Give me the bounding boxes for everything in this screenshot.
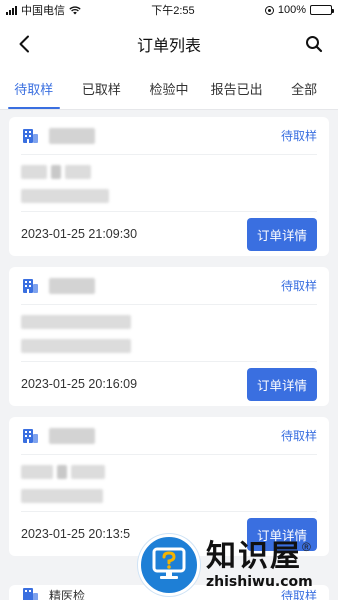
hospital-name-redacted — [49, 277, 95, 294]
redacted-line — [21, 489, 317, 503]
hospital-name-redacted — [49, 127, 95, 144]
order-list: 待取样 2023-01-25 21:09:30 订单详情 待取样 2023-01… — [0, 110, 338, 556]
hospital-name-redacted — [49, 427, 95, 444]
computer-question-icon — [152, 547, 186, 579]
order-card[interactable]: 待取样 2023-01-25 20:16:09 订单详情 — [9, 267, 329, 406]
clock: 下午2:55 — [151, 5, 195, 17]
card-body — [21, 455, 317, 512]
search-button[interactable] — [302, 32, 326, 56]
registered-mark: ® — [302, 540, 311, 554]
carrier-label: 中国电信 — [21, 5, 65, 17]
redacted-line — [21, 465, 317, 479]
orientation-lock-icon — [264, 5, 274, 15]
tab-pending-sample[interactable]: 待取样 — [0, 68, 68, 109]
page-title: 订单列表 — [136, 38, 201, 55]
order-status: 待取样 — [280, 429, 317, 443]
order-detail-button[interactable]: 订单详情 — [246, 217, 317, 251]
tab-report-ready[interactable]: 报告已出 — [203, 68, 271, 109]
tab-bar: 待取样 已取样 检验中 报告已出 全部 — [0, 68, 338, 110]
card-header-left — [21, 277, 95, 295]
hospital-name: 精医检 — [49, 588, 86, 600]
hospital-icon — [23, 278, 38, 293]
redacted-line — [21, 315, 317, 329]
card-footer: 2023-01-25 20:16:09 订单详情 — [21, 362, 317, 406]
redacted-line — [21, 339, 317, 353]
site-watermark: 知识屋® zhishiwu.com — [138, 530, 338, 600]
chevron-left-icon — [19, 35, 29, 53]
watermark-cn: 知识屋 — [206, 540, 302, 573]
back-button[interactable] — [12, 32, 36, 56]
redacted-line — [21, 165, 317, 179]
tab-testing[interactable]: 检验中 — [135, 68, 203, 109]
status-bar: 中国电信 下午2:55 100% — [0, 0, 338, 20]
tab-all[interactable]: 全部 — [270, 68, 338, 109]
watermark-en: zhishiwu.com — [206, 574, 313, 590]
watermark-logo-icon — [138, 534, 200, 596]
card-header: 待取样 — [21, 417, 317, 455]
card-header: 待取样 — [21, 117, 317, 155]
card-header-left — [21, 427, 95, 445]
card-header-left — [21, 127, 95, 145]
tab-sampled[interactable]: 已取样 — [68, 68, 136, 109]
card-header-left: 精医检 — [21, 586, 85, 600]
card-header: 待取样 — [21, 267, 317, 305]
search-icon — [306, 36, 323, 53]
order-detail-button[interactable]: 订单详情 — [246, 367, 317, 401]
battery-percent: 100% — [277, 4, 306, 16]
status-left: 中国电信 — [6, 2, 81, 18]
card-body — [21, 155, 317, 212]
order-time: 2023-01-25 20:13:5 — [21, 527, 131, 541]
order-status: 待取样 — [280, 129, 317, 143]
order-card[interactable]: 待取样 2023-01-25 21:09:30 订单详情 — [9, 117, 329, 256]
card-footer: 2023-01-25 21:09:30 订单详情 — [21, 212, 317, 256]
navbar: 订单列表 — [0, 20, 338, 68]
battery-icon — [310, 5, 334, 15]
status-right: 100% — [264, 4, 334, 16]
order-time: 2023-01-25 20:16:09 — [21, 377, 138, 391]
order-status: 待取样 — [280, 279, 317, 293]
hospital-icon — [23, 428, 38, 443]
wifi-icon — [69, 5, 81, 14]
card-body — [21, 305, 317, 362]
hospital-icon — [23, 588, 38, 600]
redacted-line — [21, 189, 317, 203]
watermark-text: 知识屋® zhishiwu.com — [206, 540, 313, 590]
signal-icon — [6, 5, 17, 15]
hospital-icon — [23, 128, 38, 143]
order-time: 2023-01-25 21:09:30 — [21, 227, 138, 241]
